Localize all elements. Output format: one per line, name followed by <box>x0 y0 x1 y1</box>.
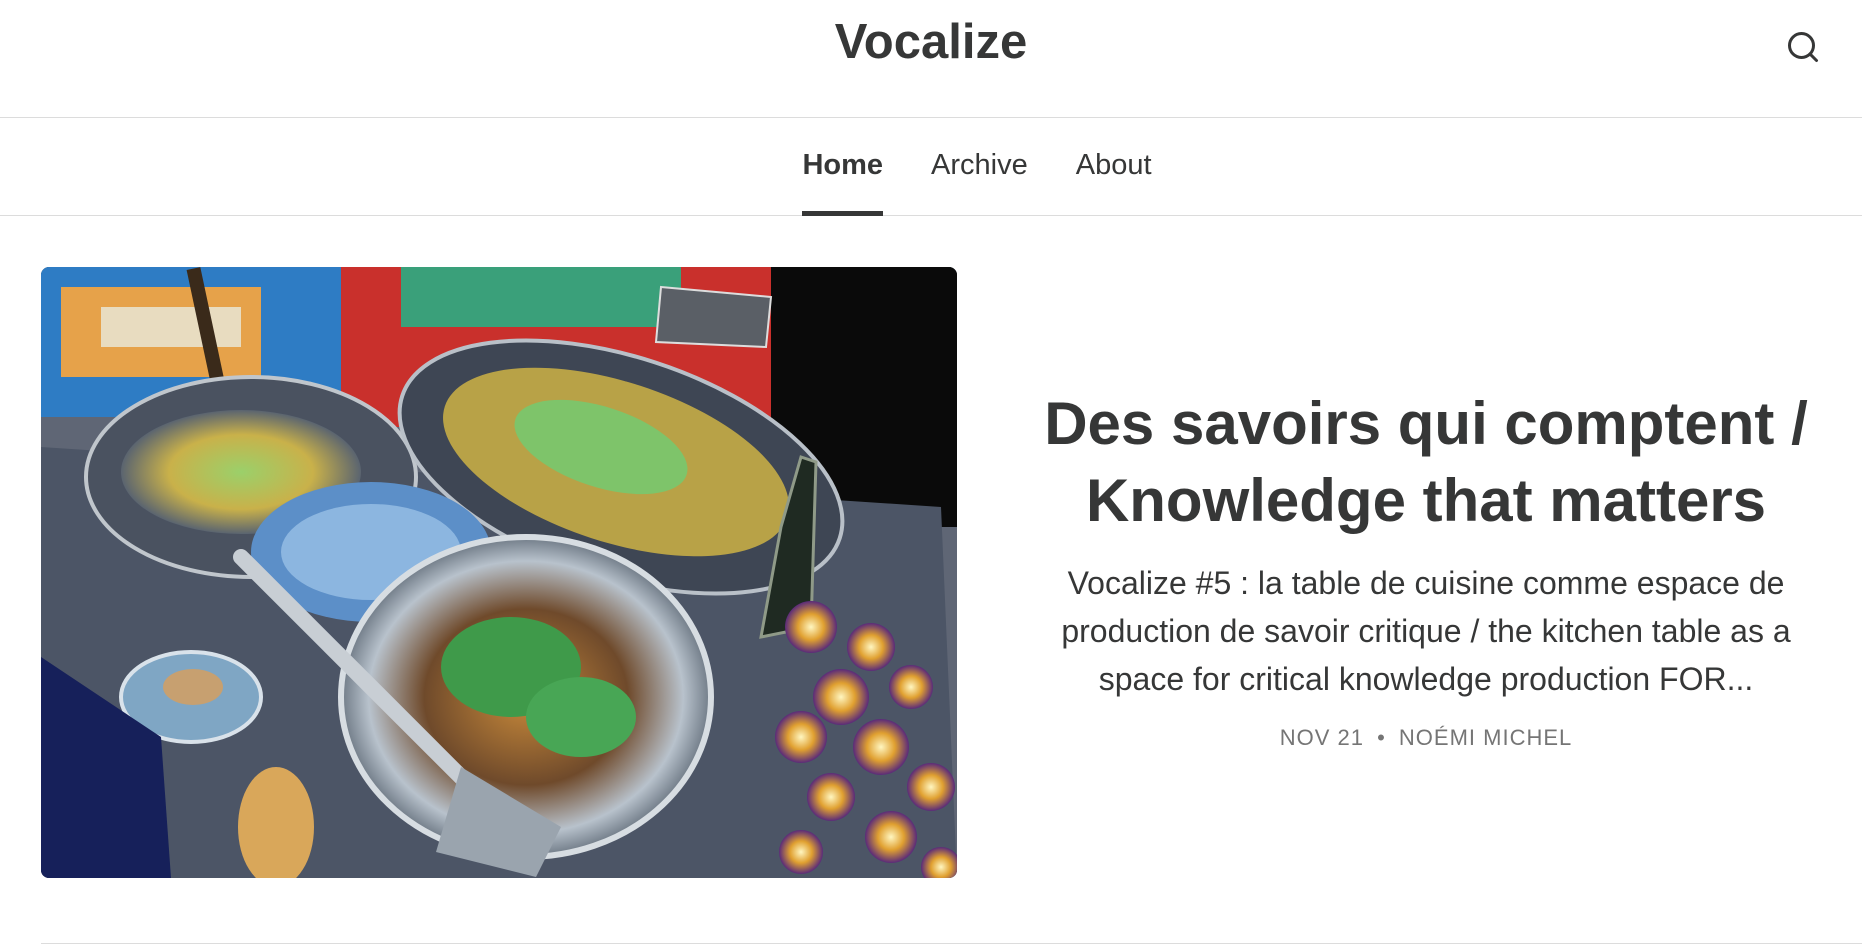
tab-home[interactable]: Home <box>802 118 883 216</box>
featured-post-subtitle[interactable]: Vocalize #5 : la table de cuisine comme … <box>1026 559 1826 703</box>
site-header: Vocalize <box>0 0 1862 118</box>
featured-post-text: Des savoirs qui comptent / Knowledge tha… <box>1026 385 1826 751</box>
section-divider <box>41 943 1862 944</box>
post-date: NOV 21 <box>1279 725 1364 750</box>
site-title[interactable]: Vocalize <box>0 14 1862 70</box>
featured-post-image[interactable] <box>41 267 957 878</box>
meta-separator: • <box>1377 725 1386 750</box>
featured-post-title[interactable]: Des savoirs qui comptent / Knowledge tha… <box>1026 385 1826 539</box>
tab-about[interactable]: About <box>1076 118 1152 215</box>
main-nav: Home Archive About <box>0 118 1862 216</box>
post-meta: NOV 21 • NOÉMI MICHEL <box>1026 725 1826 751</box>
featured-post: Des savoirs qui comptent / Knowledge tha… <box>41 267 1862 878</box>
search-button[interactable] <box>1778 22 1828 72</box>
tab-archive[interactable]: Archive <box>931 118 1028 215</box>
post-author[interactable]: NOÉMI MICHEL <box>1399 725 1572 750</box>
search-icon <box>1788 32 1818 62</box>
